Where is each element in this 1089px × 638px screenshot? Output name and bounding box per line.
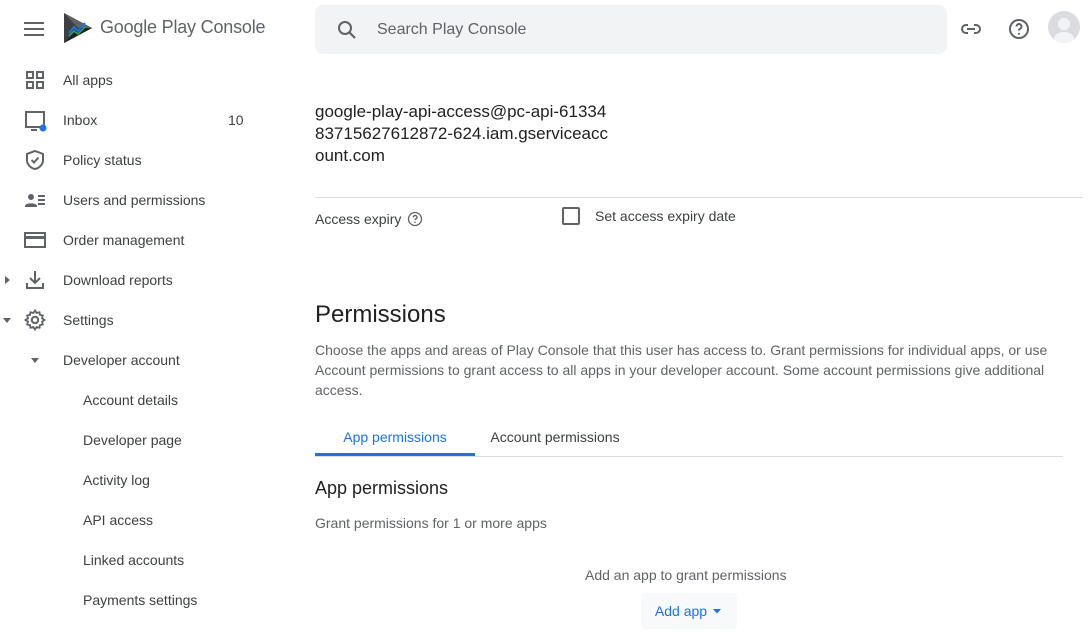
sidebar-item-developer-account[interactable]: Developer account xyxy=(0,340,300,380)
grid-icon xyxy=(26,71,44,89)
set-access-expiry-checkbox[interactable] xyxy=(562,207,580,225)
sidebar-item-all-apps[interactable]: All apps xyxy=(0,60,300,100)
app-permissions-heading: App permissions xyxy=(315,478,449,498)
sidebar-nav: All apps Inbox 10 Policy status Users an… xyxy=(0,60,300,638)
permissions-description: Choose the apps and areas of Play Consol… xyxy=(315,342,1048,398)
menu-button[interactable] xyxy=(22,17,46,41)
caret-down-icon[interactable] xyxy=(29,354,41,366)
access-expiry-label: Access expiry xyxy=(315,211,402,227)
search-input[interactable] xyxy=(377,5,917,54)
sidebar-item-label: Account details xyxy=(83,392,178,408)
gear-icon xyxy=(23,308,47,332)
sidebar-item-inbox[interactable]: Inbox 10 xyxy=(0,100,300,140)
tab-app-permissions[interactable]: App permissions xyxy=(315,423,475,456)
search-bar[interactable] xyxy=(315,5,947,54)
set-access-expiry-label: Set access expiry date xyxy=(595,208,736,224)
caret-right-icon[interactable] xyxy=(2,274,12,286)
avatar-icon xyxy=(1048,11,1080,43)
sidebar-item-label: Payments settings xyxy=(83,592,198,608)
sidebar-item-label: Download reports xyxy=(63,272,173,288)
access-expiry-field-label: Access expiry xyxy=(315,211,423,227)
sidebar-item-policy-status[interactable]: Policy status xyxy=(0,140,300,180)
card-icon xyxy=(24,232,46,248)
shield-icon xyxy=(26,149,44,171)
sidebar-item-developer-page[interactable]: Developer page xyxy=(0,420,300,460)
sidebar-item-label: Developer page xyxy=(83,432,182,448)
dropdown-arrow-icon xyxy=(713,609,722,614)
link-icon[interactable] xyxy=(959,17,983,41)
caret-down-icon[interactable] xyxy=(2,314,12,326)
inbox-count-badge: 10 xyxy=(228,112,244,128)
avatar[interactable] xyxy=(1048,11,1080,43)
sidebar-item-label: Policy status xyxy=(63,152,142,168)
search-icon xyxy=(338,21,356,39)
service-account-email: google-play-api-access@pc-api-6133483715… xyxy=(315,102,608,165)
menu-icon xyxy=(24,22,44,36)
help-icon[interactable] xyxy=(1007,17,1031,41)
sidebar-item-label: Users and permissions xyxy=(63,192,206,208)
sidebar-item-account-details[interactable]: Account details xyxy=(0,380,300,420)
top-app-bar: Google Play Console xyxy=(0,0,1089,58)
sidebar-item-label: Settings xyxy=(63,312,114,328)
sidebar-item-linked-accounts[interactable]: Linked accounts xyxy=(0,540,300,580)
permissions-tabs: App permissions Account permissions xyxy=(315,423,1063,457)
sidebar-item-label: Activity log xyxy=(83,472,150,488)
add-app-button[interactable]: Add app xyxy=(641,593,737,629)
inbox-icon xyxy=(25,111,47,132)
tab-account-permissions[interactable]: Account permissions xyxy=(475,423,635,456)
users-icon xyxy=(25,194,45,207)
sidebar-item-label: Inbox xyxy=(63,112,98,128)
main-content: google-play-api-access@pc-api-6133483715… xyxy=(315,60,1089,638)
sidebar-item-settings[interactable]: Settings xyxy=(0,300,300,340)
sidebar-item-activity-log[interactable]: Activity log xyxy=(0,460,300,500)
product-name[interactable]: Google Play Console xyxy=(100,17,266,38)
add-app-hint: Add an app to grant permissions xyxy=(585,567,787,583)
permissions-heading: Permissions xyxy=(315,301,446,328)
play-console-logo xyxy=(64,13,92,43)
sidebar-item-users-and-permissions[interactable]: Users and permissions xyxy=(0,180,300,220)
sidebar-item-order-management[interactable]: Order management xyxy=(0,220,300,260)
add-app-label: Add app xyxy=(654,603,708,619)
sidebar-item-label: API access xyxy=(83,512,154,528)
app-permissions-subtitle: Grant permissions for 1 or more apps xyxy=(315,515,547,531)
sidebar-item-api-access[interactable]: API access xyxy=(0,500,300,540)
sidebar-item-label: All apps xyxy=(63,72,113,88)
divider xyxy=(315,197,1083,198)
help-outline-icon[interactable] xyxy=(407,211,423,227)
sidebar-item-download-reports[interactable]: Download reports xyxy=(0,260,300,300)
download-icon xyxy=(26,271,44,289)
sidebar-item-label: Developer account xyxy=(63,352,180,368)
sidebar-item-payments-settings[interactable]: Payments settings xyxy=(0,580,300,620)
sidebar-item-label: Linked accounts xyxy=(83,552,185,568)
sidebar-item-label: Order management xyxy=(63,232,185,248)
